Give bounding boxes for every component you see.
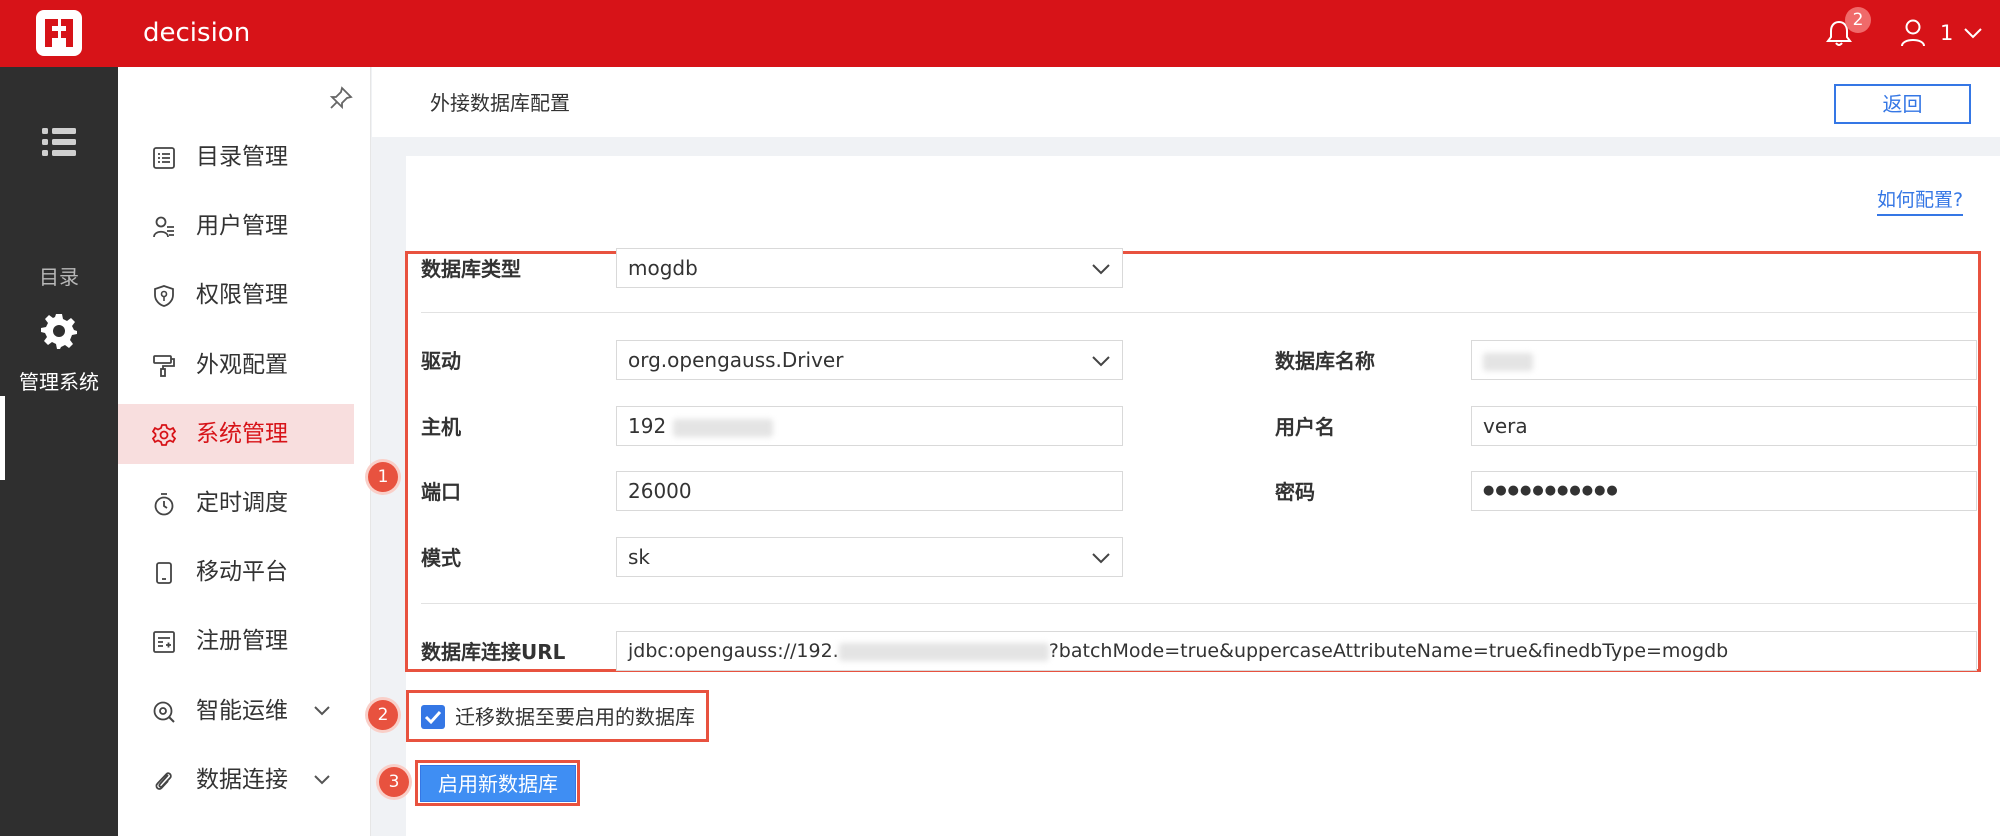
finereport-logo-icon[interactable] bbox=[36, 10, 82, 56]
username-value: vera bbox=[1483, 414, 1528, 438]
chevron-down-icon bbox=[1092, 553, 1110, 564]
url-suffix: ?batchMode=true&uppercaseAttributeName=t… bbox=[1048, 640, 1729, 662]
redacted-value bbox=[1483, 352, 1533, 371]
sidebar-item-label: 权限管理 bbox=[196, 282, 288, 308]
shield-icon bbox=[154, 285, 174, 307]
rail-label-catalog: 目录 bbox=[39, 265, 79, 289]
username-input[interactable]: vera bbox=[1471, 406, 1977, 446]
page-title: 外接数据库配置 bbox=[430, 91, 570, 115]
schema-select[interactable]: sk bbox=[616, 537, 1123, 577]
url-prefix: jdbc:opengauss://192. bbox=[628, 640, 839, 662]
db-name-label: 数据库名称 bbox=[1275, 349, 1375, 373]
back-button[interactable]: 返回 bbox=[1834, 84, 1971, 124]
enable-database-button[interactable]: 启用新数据库 bbox=[420, 765, 576, 802]
paperclip-icon bbox=[155, 772, 172, 790]
list-icon bbox=[42, 128, 76, 156]
mobile-icon bbox=[156, 562, 172, 584]
rail-label-management: 管理系统 bbox=[19, 370, 99, 394]
section-divider bbox=[421, 312, 1977, 313]
host-value: 192 bbox=[628, 414, 667, 438]
sidebar-item-system[interactable]: 系统管理 bbox=[118, 404, 354, 464]
migrate-checkbox[interactable] bbox=[421, 705, 445, 729]
redacted-value bbox=[672, 418, 773, 437]
app-title: decision bbox=[143, 18, 251, 48]
step-badge-2: 2 bbox=[368, 700, 398, 730]
port-label: 端口 bbox=[421, 480, 461, 504]
catalog-icon bbox=[153, 147, 175, 169]
highlight-box-db-config bbox=[405, 251, 1981, 672]
host-input[interactable]: 192 bbox=[616, 406, 1123, 446]
migrate-label[interactable]: 迁移数据至要启用的数据库 bbox=[455, 704, 695, 730]
step-badge-3: 3 bbox=[379, 767, 409, 797]
password-input[interactable]: ●●●●●●●●●●● bbox=[1471, 471, 1977, 511]
username-label: 用户名 bbox=[1275, 415, 1335, 439]
password-value: ●●●●●●●●●●● bbox=[1483, 483, 1619, 498]
timer-icon bbox=[154, 493, 174, 516]
sidebar-item-label: 移动平台 bbox=[196, 559, 288, 585]
chevron-down-icon bbox=[1092, 264, 1110, 275]
user-manage-icon bbox=[153, 216, 174, 238]
url-input[interactable]: jdbc:opengauss://192. ?batchMode=true&upp… bbox=[616, 631, 1977, 671]
checkmark-icon bbox=[424, 710, 442, 725]
left-rail: 目录 管理系统 bbox=[0, 67, 118, 836]
sidebar-item-label: 目录管理 bbox=[196, 144, 288, 170]
url-label: 数据库连接URL bbox=[421, 640, 566, 664]
driver-select[interactable]: org.opengauss.Driver bbox=[616, 340, 1123, 380]
chevron-down-icon bbox=[1092, 356, 1110, 367]
settings-icon bbox=[152, 424, 176, 446]
step-badge-1: 1 bbox=[368, 462, 398, 492]
chevron-down-icon[interactable] bbox=[312, 771, 332, 789]
content-header: 外接数据库配置 返回 bbox=[372, 67, 2000, 137]
port-value: 26000 bbox=[628, 479, 692, 503]
chevron-down-icon[interactable] bbox=[1962, 24, 1984, 42]
sidebar-item-users[interactable]: 用户管理 bbox=[118, 196, 354, 256]
db-type-label: 数据库类型 bbox=[421, 257, 521, 281]
register-icon bbox=[153, 631, 175, 653]
chevron-down-icon[interactable] bbox=[312, 702, 332, 720]
db-type-select[interactable]: mogdb bbox=[616, 248, 1123, 288]
pin-icon[interactable] bbox=[328, 85, 354, 111]
sidebar-item-scheduler[interactable]: 定时调度 bbox=[118, 473, 354, 533]
host-label: 主机 bbox=[421, 415, 461, 439]
user-name[interactable]: 1 bbox=[1940, 20, 1953, 46]
driver-label: 驱动 bbox=[421, 349, 461, 373]
sidebar-item-permissions[interactable]: 权限管理 bbox=[118, 265, 354, 325]
sidebar-item-data-connection[interactable]: 数据连接 bbox=[118, 750, 354, 810]
sidebar-item-register[interactable]: 注册管理 bbox=[118, 611, 354, 671]
schema-label: 模式 bbox=[421, 546, 461, 570]
sidebar-item-label: 注册管理 bbox=[196, 628, 288, 654]
sidebar-item-label: 用户管理 bbox=[196, 213, 288, 239]
ops-icon bbox=[153, 701, 175, 723]
sidebar-item-label: 定时调度 bbox=[196, 490, 288, 516]
secondary-nav: 目录管理 用户管理 权限管理 外观配置 系统管理 定时调度 移动平台 注册管理 … bbox=[118, 67, 371, 836]
notification-badge: 2 bbox=[1845, 7, 1871, 33]
help-link[interactable]: 如何配置? bbox=[1877, 188, 1964, 216]
sidebar-item-label: 数据连接 bbox=[196, 767, 288, 793]
db-name-input[interactable] bbox=[1471, 340, 1977, 380]
redacted-value bbox=[838, 642, 1049, 661]
driver-value: org.opengauss.Driver bbox=[628, 348, 844, 372]
paint-roller-icon bbox=[153, 355, 175, 377]
section-divider bbox=[421, 603, 1977, 604]
sidebar-item-label: 智能运维 bbox=[196, 698, 288, 724]
sidebar-item-catalog[interactable]: 目录管理 bbox=[118, 127, 354, 187]
password-label: 密码 bbox=[1275, 480, 1315, 504]
gear-icon bbox=[41, 314, 77, 349]
rail-item-catalog[interactable]: 目录 bbox=[0, 127, 118, 289]
port-input[interactable]: 26000 bbox=[616, 471, 1123, 511]
sidebar-item-label: 外观配置 bbox=[196, 352, 288, 378]
sidebar-item-ops[interactable]: 智能运维 bbox=[118, 681, 354, 741]
sidebar-item-label: 系统管理 bbox=[196, 421, 288, 447]
rail-item-management[interactable]: 管理系统 bbox=[0, 313, 118, 423]
schema-value: sk bbox=[628, 545, 651, 569]
db-type-value: mogdb bbox=[628, 256, 698, 280]
user-icon[interactable] bbox=[1899, 18, 1927, 48]
top-bar: decision 2 1 bbox=[0, 0, 2000, 67]
sidebar-item-appearance[interactable]: 外观配置 bbox=[118, 335, 354, 395]
sidebar-item-mobile[interactable]: 移动平台 bbox=[118, 542, 354, 602]
